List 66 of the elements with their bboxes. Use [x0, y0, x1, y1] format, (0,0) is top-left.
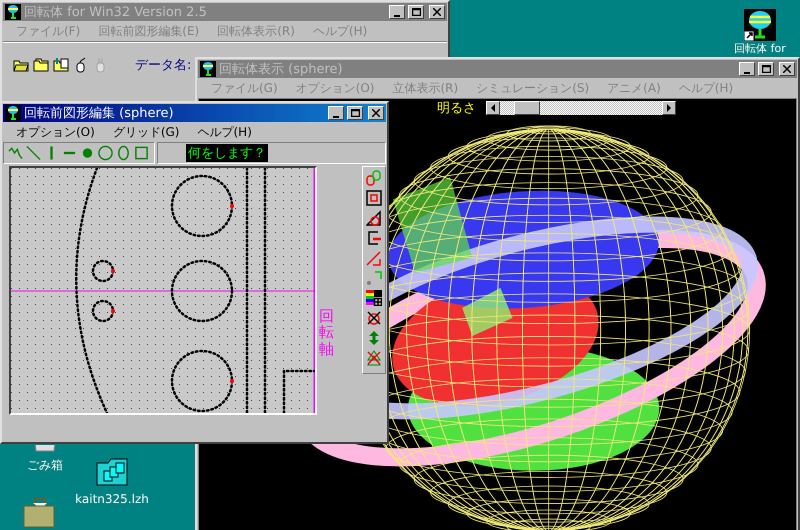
window-title: 回転体表示 (sphere) — [219, 61, 344, 78]
menu-item[interactable]: 立体表示(R) — [383, 80, 468, 96]
menu-item[interactable]: 回転前図形編集(E) — [89, 22, 208, 40]
close-button[interactable] — [779, 62, 795, 76]
minimize-button[interactable] — [739, 62, 755, 76]
rotation-axis-label: 回転軸 — [319, 308, 334, 357]
briefcase-icon[interactable] — [23, 497, 55, 529]
maximize-button[interactable] — [408, 5, 424, 19]
maximize-icon — [350, 109, 360, 117]
scroll-thumb[interactable] — [514, 101, 540, 115]
menu-item[interactable]: ファイル(F) — [7, 22, 90, 40]
menu-item[interactable]: オプション(O) — [286, 80, 384, 96]
delete-tree-icon[interactable] — [366, 350, 382, 366]
scroll-left-arrow-icon — [490, 104, 496, 112]
maximize-icon — [762, 65, 770, 73]
minimize-icon — [394, 14, 400, 16]
save-folder-icon[interactable] — [53, 57, 69, 73]
delete-circle-icon[interactable] — [366, 310, 382, 326]
menu-item[interactable]: グリッド(G) — [104, 124, 188, 140]
folders-icon[interactable] — [33, 57, 49, 73]
app-shortcut-icon[interactable] — [744, 9, 776, 41]
menu-item[interactable]: ヘルプ(H) — [188, 124, 261, 140]
color-grid-icon[interactable] — [366, 290, 382, 306]
menu-item[interactable]: シミュレーション(S) — [467, 80, 598, 96]
icon-label[interactable]: kaitn325.lzh — [75, 493, 149, 506]
icon-label[interactable]: ごみ箱 — [27, 459, 63, 472]
window-title: 回転前図形編集 (sphere) — [24, 105, 175, 122]
nested-squares-icon[interactable] — [366, 190, 382, 206]
circle-tool-icon[interactable] — [98, 145, 113, 161]
close-button[interactable] — [368, 106, 384, 120]
close-icon — [433, 8, 441, 16]
window-title: 回転体 for Win32 Version 2.5 — [24, 4, 208, 21]
minimize-icon — [744, 72, 750, 74]
maximize-button[interactable] — [758, 62, 774, 76]
minimize-icon — [333, 116, 339, 118]
brightness-label: 明るさ — [437, 100, 476, 117]
maximize-icon — [412, 8, 420, 16]
scroll-right-arrow-icon — [666, 104, 672, 112]
menu-item[interactable]: オプション(O) — [7, 124, 104, 140]
brightness-scrollbar[interactable] — [486, 101, 676, 115]
status-text: 何をします？ — [186, 144, 268, 162]
maximize-button[interactable] — [347, 106, 363, 120]
app-icon — [5, 105, 21, 121]
data-name-label: データ名: — [135, 57, 192, 74]
scroll-left-button[interactable] — [486, 101, 500, 115]
icon-label[interactable]: 回転体 for — [734, 43, 786, 56]
app-icon — [5, 4, 21, 20]
menu-item[interactable]: ファイル(G) — [202, 80, 287, 96]
menu-item[interactable]: 回転体表示(R) — [208, 22, 304, 40]
curve-tool-icon[interactable] — [8, 145, 23, 161]
hook-icon[interactable] — [366, 230, 382, 246]
ellipse-tool-icon[interactable] — [116, 145, 131, 161]
menu-item[interactable]: アニメ(A) — [598, 80, 670, 96]
close-button[interactable] — [429, 5, 445, 19]
line-tool-icon[interactable] — [26, 145, 41, 161]
app-icon — [200, 61, 216, 77]
close-icon — [783, 65, 791, 73]
menu-item[interactable]: ヘルプ(H) — [670, 80, 742, 96]
square-tool-icon[interactable] — [134, 145, 149, 161]
scroll-right-button[interactable] — [662, 101, 676, 115]
shape-editor-canvas[interactable] — [11, 168, 315, 413]
triangle-icon[interactable] — [366, 210, 382, 226]
minimize-button[interactable] — [389, 5, 405, 19]
menu-item[interactable]: ヘルプ(H) — [304, 22, 376, 40]
close-icon — [372, 109, 380, 117]
minimize-button[interactable] — [328, 106, 344, 120]
